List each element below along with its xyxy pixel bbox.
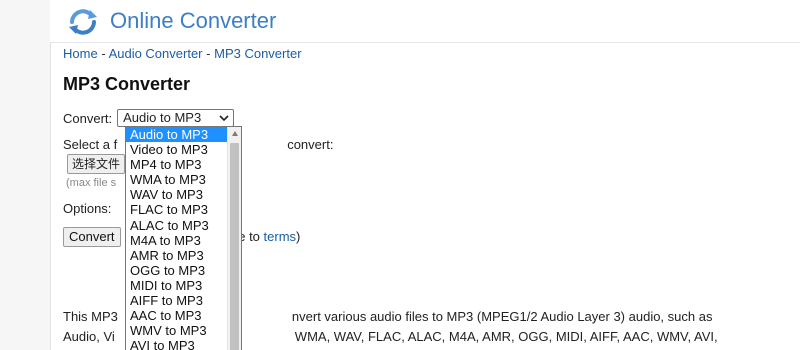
select-file-label-start: Select a f [63,137,118,152]
dropdown-option-wmv-to-mp3[interactable]: WMV to MP3 [126,323,228,338]
description-line2-start: Audio, Vi [63,329,115,344]
dropdown-option-mp4-to-mp3[interactable]: MP4 to MP3 [126,157,228,172]
max-file-size-note: (max file s [66,177,117,189]
choose-file-button[interactable]: 选择文件 [67,154,126,174]
breadcrumb-audio-converter-link[interactable]: Audio Converter [109,46,203,61]
agree-terms-suffix: ) [296,229,301,244]
scroll-up-arrow-icon[interactable] [231,130,239,138]
chevron-down-icon [219,115,229,122]
description-line1-start: This MP3 [63,309,118,324]
site-logo-text[interactable]: Online Converter [110,8,276,34]
breadcrumb-home-link[interactable]: Home [63,46,98,61]
convert-row: Convert: Audio to MP3 [63,109,235,127]
convert-type-dropdown-list[interactable]: Audio to MP3 Video to MP3 MP4 to MP3 WMA… [125,126,242,350]
dropdown-option-avi-to-mp3[interactable]: AVI to MP3 [126,338,228,350]
scrollbar-thumb[interactable] [230,143,239,350]
convert-type-select[interactable]: Audio to MP3 [117,109,235,127]
breadcrumb-separator: - [206,46,211,61]
options-label: Options: [63,201,112,216]
convert-button[interactable]: Convert [63,227,121,247]
dropdown-option-aiff-to-mp3[interactable]: AIFF to MP3 [126,293,228,308]
description-line2-end: WMA, WAV, FLAC, ALAC, M4A, AMR, OGG, MID… [294,329,718,344]
refresh-arrows-icon[interactable] [66,8,100,36]
dropdown-option-amr-to-mp3[interactable]: AMR to MP3 [126,248,228,263]
dropdown-scrollbar[interactable] [227,127,241,350]
dropdown-option-flac-to-mp3[interactable]: FLAC to MP3 [126,202,228,217]
dropdown-option-midi-to-mp3[interactable]: MIDI to MP3 [126,278,228,293]
select-file-label-end: convert: [287,137,334,152]
breadcrumb: Home - Audio Converter - MP3 Converter [63,46,302,61]
dropdown-option-ogg-to-mp3[interactable]: OGG to MP3 [126,263,228,278]
dropdown-option-alac-to-mp3[interactable]: ALAC to MP3 [126,218,228,233]
dropdown-option-video-to-mp3[interactable]: Video to MP3 [126,142,228,157]
page-title: MP3 Converter [63,74,191,94]
convert-type-selected-value: Audio to MP3 [123,110,202,125]
dropdown-option-wma-to-mp3[interactable]: WMA to MP3 [126,172,228,187]
dropdown-options: Audio to MP3 Video to MP3 MP4 to MP3 WMA… [126,127,228,350]
dropdown-option-wav-to-mp3[interactable]: WAV to MP3 [126,187,228,202]
convert-label: Convert: [63,110,113,126]
terms-link[interactable]: terms [264,229,297,244]
description-line1-end: nvert various audio files to MP3 (MPEG1/… [291,309,713,324]
dropdown-option-audio-to-mp3[interactable]: Audio to MP3 [126,127,228,143]
dropdown-option-m4a-to-mp3[interactable]: M4A to MP3 [126,233,228,248]
left-gutter [0,0,51,350]
dropdown-option-aac-to-mp3[interactable]: AAC to MP3 [126,308,228,323]
breadcrumb-separator: - [101,46,106,61]
breadcrumb-mp3-converter-link[interactable]: MP3 Converter [214,46,301,61]
